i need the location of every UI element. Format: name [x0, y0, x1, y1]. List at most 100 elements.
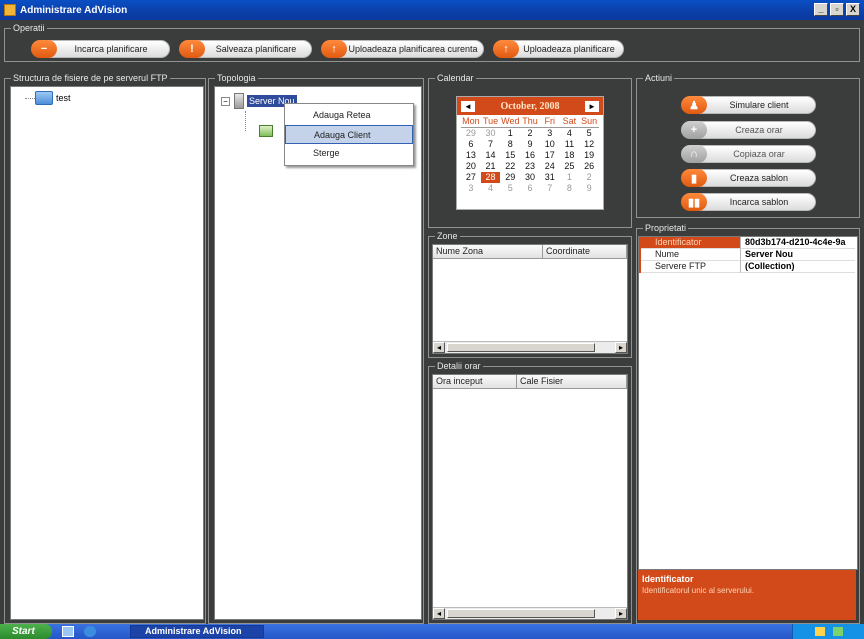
calendar-day[interactable]: 14 [481, 150, 501, 161]
calendar-day[interactable]: 31 [540, 172, 560, 183]
calendar-day[interactable]: 21 [481, 161, 501, 172]
calendar-day[interactable]: 7 [481, 139, 501, 150]
calendar-day[interactable]: 30 [520, 172, 540, 183]
column-header-coordinate[interactable]: Coordinate [543, 245, 627, 259]
calendar-day[interactable]: 4 [560, 128, 580, 139]
calendar-day[interactable]: 20 [461, 161, 481, 172]
uploadeaza-planificarea-curenta-button[interactable]: ↑ Uploadeaza planificarea curenta [321, 40, 484, 58]
property-grid[interactable]: Identificator 80d3b174-d210-4c4e-9a Nume… [638, 236, 858, 570]
scroll-right-icon-2[interactable]: ▸ [615, 608, 627, 619]
calendar-day[interactable]: 8 [500, 139, 520, 150]
calendar-day[interactable]: 2 [579, 172, 599, 183]
calendar-day[interactable]: 25 [560, 161, 580, 172]
menu-item-adauga-client[interactable]: Adauga Client [285, 125, 413, 144]
menu-item-adauga-retea[interactable]: Adauga Retea [285, 106, 413, 125]
calendar-day[interactable]: 2 [520, 128, 540, 139]
prev-month-button[interactable]: ◄ [461, 100, 475, 112]
calendar-day[interactable]: 18 [560, 150, 580, 161]
detalii-title: Detalii orar [435, 361, 483, 371]
calendar-day[interactable]: 3 [461, 183, 481, 194]
property-row-nume[interactable]: Nume Server Nou [641, 249, 855, 261]
info-icon: ! [179, 40, 205, 58]
calendar-day[interactable]: 4 [481, 183, 501, 194]
scroll-thumb-2[interactable] [447, 609, 595, 618]
simulare-client-button[interactable]: ♟ Simulare client [681, 96, 816, 114]
uploadeaza-planificare-button[interactable]: ↑ Uploadeaza planificare [493, 40, 624, 58]
taskbar: Start Administrare AdVision [0, 624, 864, 639]
network-tray-icon[interactable] [833, 627, 843, 636]
calendar-day[interactable]: 26 [579, 161, 599, 172]
calendar-day[interactable]: 6 [461, 139, 481, 150]
day-of-week-label: Tue [480, 116, 501, 128]
calendar-day[interactable]: 22 [500, 161, 520, 172]
creaza-sablon-button[interactable]: ▮ Creaza sablon [681, 169, 816, 187]
calendar-day[interactable]: 9 [520, 139, 540, 150]
calendar-day[interactable]: 1 [500, 128, 520, 139]
calendar-day[interactable]: 29 [461, 128, 481, 139]
calendar-day[interactable]: 17 [540, 150, 560, 161]
user-icon: ♟ [681, 96, 707, 114]
calendar-day[interactable]: 5 [579, 128, 599, 139]
scroll-left-icon[interactable]: ◂ [433, 342, 445, 353]
property-row-identificator[interactable]: Identificator 80d3b174-d210-4c4e-9a [641, 237, 855, 249]
calendar-day[interactable]: 12 [579, 139, 599, 150]
calendar-day[interactable]: 19 [579, 150, 599, 161]
calendar-day[interactable]: 6 [520, 183, 540, 194]
detalii-horizontal-scrollbar[interactable]: ◂ ▸ [433, 607, 627, 619]
start-button[interactable]: Start [0, 624, 52, 639]
ftp-title: Structura de fisiere de pe serverul FTP [11, 73, 170, 83]
copiaza-orar-button[interactable]: ∩ Copiaza orar [681, 145, 816, 163]
taskbar-item-advision[interactable]: Administrare AdVision [130, 625, 264, 638]
zone-grid[interactable]: Nume Zona Coordinate ◂ ▸ [432, 244, 628, 354]
collapse-icon[interactable]: − [221, 96, 230, 106]
zone-horizontal-scrollbar[interactable]: ◂ ▸ [433, 341, 627, 353]
quick-launch-icon[interactable] [62, 626, 74, 637]
ftp-tree[interactable]: test [10, 86, 204, 620]
browser-icon[interactable] [84, 626, 96, 637]
creaza-orar-button[interactable]: + Creaza orar [681, 121, 816, 139]
scroll-left-icon-2[interactable]: ◂ [433, 608, 445, 619]
calendar-day[interactable]: 15 [500, 150, 520, 161]
maximize-button[interactable]: ▫ [830, 3, 844, 16]
operatii-title: Operatii [11, 23, 47, 33]
title-bar: Administrare AdVision _ ▫ X [0, 0, 864, 20]
calendar-day[interactable]: 1 [560, 172, 580, 183]
close-button[interactable]: X [846, 3, 860, 16]
calendar-day[interactable]: 11 [560, 139, 580, 150]
column-header-ora-inceput[interactable]: Ora inceput [433, 375, 517, 389]
detalii-grid[interactable]: Ora inceput Cale Fisier ◂ ▸ [432, 374, 628, 620]
network-icon [259, 125, 273, 137]
column-header-cale-fisier[interactable]: Cale Fisier [517, 375, 627, 389]
calendar-day[interactable]: 3 [540, 128, 560, 139]
minimize-button[interactable]: _ [814, 3, 828, 16]
menu-item-sterge[interactable]: Sterge [285, 144, 413, 163]
scroll-right-icon[interactable]: ▸ [615, 342, 627, 353]
calendar-day[interactable]: 27 [461, 172, 481, 183]
calendar-day[interactable]: 16 [520, 150, 540, 161]
calendar-day[interactable]: 9 [579, 183, 599, 194]
salveaza-planificare-button[interactable]: ! Salveaza planificare [179, 40, 312, 58]
column-header-nume-zona[interactable]: Nume Zona [433, 245, 543, 259]
system-tray [792, 624, 864, 639]
month-calendar[interactable]: ◄ October, 2008 ► Mon Tue Wed Thu Fri Sat Sun 2… [456, 96, 604, 210]
calendar-day[interactable]: 30 [481, 128, 501, 139]
incarca-planificare-button[interactable]: − Incarca planificare [31, 40, 170, 58]
calendar-day[interactable]: 10 [540, 139, 560, 150]
topologia-tree[interactable]: − Server Nou [214, 86, 422, 620]
calendar-day[interactable]: 29 [500, 172, 520, 183]
calendar-day[interactable]: 23 [520, 161, 540, 172]
calendar-day[interactable]: 8 [560, 183, 580, 194]
calendar-day[interactable]: 5 [500, 183, 520, 194]
scroll-thumb[interactable] [447, 343, 595, 352]
next-month-button[interactable]: ► [584, 100, 599, 112]
calendar-month-title: October, 2008 [500, 100, 560, 112]
calendar-day[interactable]: 24 [540, 161, 560, 172]
property-row-servere-ftp[interactable]: Servere FTP (Collection) [641, 261, 855, 273]
calendar-day[interactable]: 7 [540, 183, 560, 194]
incarca-sablon-button[interactable]: ▮▮ Incarca sablon [681, 193, 816, 211]
calendar-day[interactable]: 13 [461, 150, 481, 161]
calendar-day[interactable]: 28 [480, 172, 501, 183]
day-of-week-label: Sun [579, 116, 599, 128]
tray-icon[interactable] [815, 627, 825, 636]
tree-item-test[interactable]: test [35, 91, 71, 105]
